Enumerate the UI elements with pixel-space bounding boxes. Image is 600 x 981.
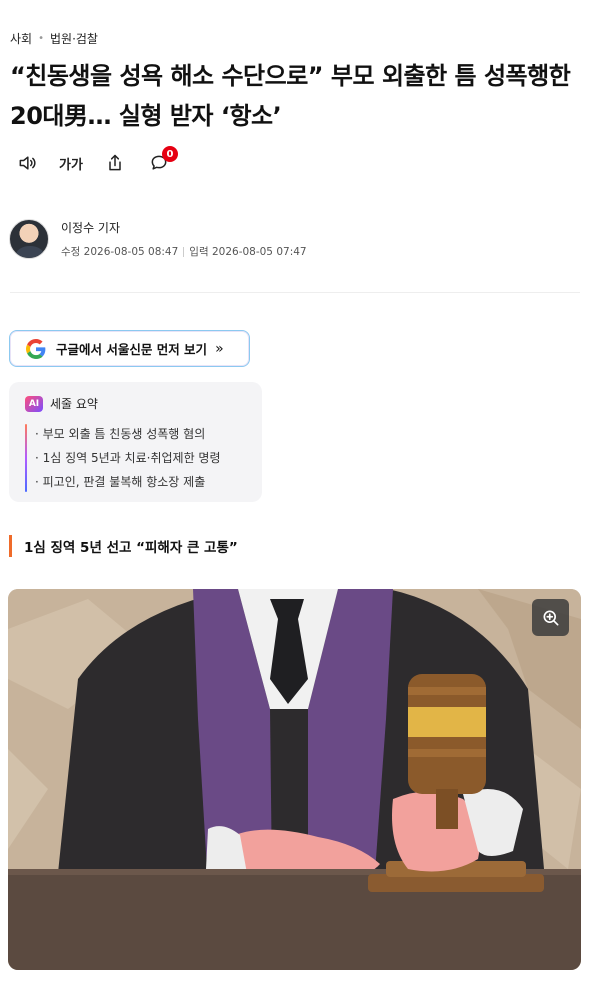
article-toolbar: 가가 0 [10, 146, 178, 180]
listen-button[interactable] [10, 146, 44, 180]
published-label: 입력 [189, 246, 209, 258]
divider [10, 292, 580, 293]
share-icon [109, 154, 121, 171]
published-date: 2026-08-05 07:47 [211, 245, 307, 258]
zoom-image-button[interactable] [532, 599, 569, 636]
article-dates: 수정 2026-08-05 08:47 입력 2026-08-05 07:47 [61, 244, 307, 259]
date-divider [183, 246, 185, 257]
breadcrumb-subsection[interactable]: 법원·검찰 [50, 30, 98, 47]
author-block: 이정수 기자 수정 2026-08-05 08:47 입력 2026-08-05… [9, 219, 307, 259]
subheading-accent-bar [9, 535, 12, 557]
subheading-text: 1심 징역 5년 선고 “피해자 큰 고통” [24, 540, 238, 556]
double-chevron-right-icon: » [215, 340, 224, 357]
modified-date: 2026-08-05 08:47 [83, 245, 179, 258]
breadcrumb-separator: • [38, 33, 44, 44]
font-size-button[interactable]: 가가 [54, 146, 88, 180]
judge-gavel-illustration [8, 589, 581, 970]
comment-button[interactable]: 0 [142, 146, 178, 180]
ai-summary-list: 부모 외출 틈 친동생 성폭행 혐의 1심 징역 5년과 치료·취업제한 명령 … [25, 422, 246, 494]
ai-summary-item: 1심 징역 5년과 치료·취업제한 명령 [35, 446, 246, 470]
author-avatar[interactable] [9, 219, 49, 259]
google-promo-label: 구글에서 서울신문 먼저 보기 [56, 342, 208, 357]
comment-count-badge: 0 [162, 146, 178, 162]
ai-summary-header: AI 세줄 요약 [25, 395, 246, 412]
zoom-in-icon [543, 610, 558, 625]
google-icon [26, 338, 46, 359]
share-button[interactable] [98, 146, 132, 180]
ai-summary-item: 부모 외출 틈 친동생 성폭행 혐의 [35, 422, 246, 446]
ai-summary-title: 세줄 요약 [50, 397, 98, 411]
author-name[interactable]: 이정수 기자 [61, 219, 307, 236]
article-headline: “친동생을 성욕 해소 수단으로” 부모 외출한 틈 성폭행한 20대男… 실형… [10, 62, 571, 130]
modified-label: 수정 [61, 246, 81, 258]
article-subheading: 1심 징역 5년 선고 “피해자 큰 고통” [9, 535, 238, 557]
speaker-icon [19, 156, 36, 170]
font-size-label: 가가 [59, 157, 83, 173]
ai-summary-item: 피고인, 판결 불복해 항소장 제출 [35, 470, 246, 494]
breadcrumb-section[interactable]: 사회 [10, 30, 32, 47]
ai-badge-icon: AI [25, 395, 43, 412]
breadcrumb: 사회 • 법원·검찰 [10, 30, 98, 47]
google-preferred-source-button[interactable]: 구글에서 서울신문 먼저 보기 » [9, 330, 250, 367]
ai-summary-box: AI 세줄 요약 부모 외출 틈 친동생 성폭행 혐의 1심 징역 5년과 치료… [9, 382, 262, 502]
author-info: 이정수 기자 수정 2026-08-05 08:47 입력 2026-08-05… [61, 219, 307, 259]
article-image[interactable] [8, 589, 581, 970]
